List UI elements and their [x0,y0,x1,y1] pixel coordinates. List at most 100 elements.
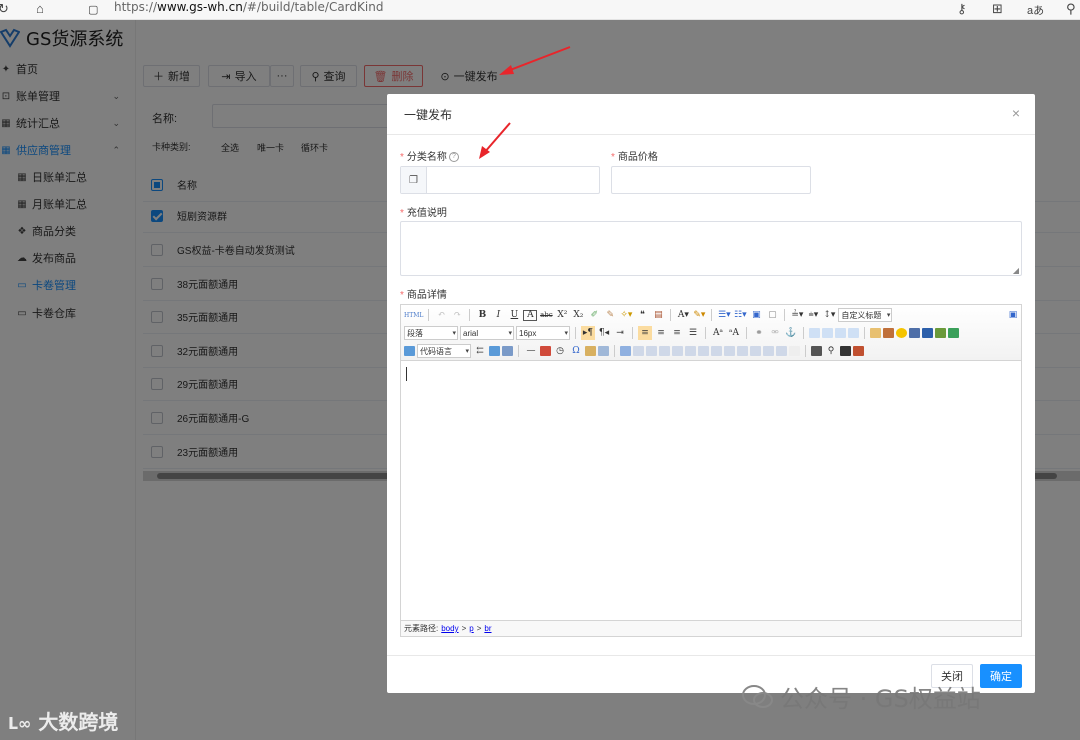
video-icon[interactable] [909,328,920,338]
align-justify-icon[interactable]: ☰ [686,326,700,340]
custom-title-select[interactable]: 自定义标题 [838,308,893,322]
split-cols-icon[interactable] [776,346,787,356]
font-family-select[interactable]: arial [460,326,514,340]
subscript-icon[interactable]: X₂ [571,308,585,322]
row-spacing-top-icon[interactable]: ≟▾ [790,308,804,322]
date-icon[interactable] [540,346,551,356]
attachment-icon[interactable] [922,328,933,338]
site-info-icon[interactable]: ▢ [88,3,98,16]
image-none-icon[interactable] [809,328,820,338]
search-replace-icon[interactable] [840,346,851,356]
line-height-icon[interactable]: ↕▾ [822,308,836,322]
merge-down-icon[interactable] [737,346,748,356]
recharge-textarea[interactable]: ◢ [400,221,1022,276]
insert-row-icon[interactable] [659,346,670,356]
ltr-icon[interactable]: ▸¶ [581,326,595,340]
bold-icon[interactable]: B [475,308,489,322]
to-lower-icon[interactable]: ᵃA [727,326,741,340]
anchor-icon[interactable]: ⚓ [784,326,798,340]
row-spacing-bottom-icon[interactable]: ⩧▾ [806,308,820,322]
reload-icon[interactable]: ↻ [0,1,9,17]
eraser-icon[interactable]: ✐ [587,308,601,322]
html-source-icon[interactable]: HTML [404,308,423,322]
insert-paragraph-before-table-icon[interactable] [646,346,657,356]
auto-format-icon[interactable]: ✧▾ [619,308,633,322]
blockquote-icon[interactable]: ❝ [635,308,649,322]
insert-frame-icon[interactable] [948,328,959,338]
key-icon[interactable]: ⚷ [957,1,967,17]
multi-image-icon[interactable] [883,328,894,338]
strikethrough-icon[interactable]: abc [539,308,553,322]
background-color-icon[interactable]: ✎▾ [692,308,706,322]
resize-handle-icon[interactable]: ◢ [1013,266,1019,275]
horizontal-rule-icon[interactable]: — [524,344,538,358]
background-icon[interactable] [502,346,513,356]
italic-icon[interactable]: I [491,308,505,322]
code-language-select[interactable]: 代码语言 [417,344,471,358]
copy-icon[interactable]: ❐ [401,167,427,193]
split-cells-icon[interactable] [750,346,761,356]
align-center-icon[interactable]: ≡ [654,326,668,340]
image-center-icon[interactable] [848,328,859,338]
chart-icon[interactable] [789,346,800,356]
insert-code-icon[interactable] [404,346,415,356]
paste-plain-icon[interactable]: ▤ [651,308,665,322]
confirm-button[interactable]: 确定 [980,664,1022,688]
superscript-icon[interactable]: X² [555,308,569,322]
emotion-icon[interactable] [896,328,907,338]
unlink-icon[interactable]: ⚮ [768,326,782,340]
align-right-icon[interactable]: ≡ [670,326,684,340]
split-rows-icon[interactable] [763,346,774,356]
font-size-select[interactable]: 16px [516,326,570,340]
format-brush-icon[interactable]: ✎ [603,308,617,322]
rtl-icon[interactable]: ¶◂ [597,326,611,340]
url-field[interactable]: https://www.gs-wh.cn/#/build/table/CardK… [114,0,383,14]
undo-icon[interactable]: ↶ [434,308,448,322]
font-color-icon[interactable]: A▾ [676,308,690,322]
link-icon[interactable]: ⚭ [752,326,766,340]
insert-col-icon[interactable] [685,346,696,356]
editor-content-area[interactable] [401,362,1021,622]
path-link-p[interactable]: p [469,624,473,633]
apps-icon[interactable]: ⊞ [992,1,1003,17]
indent-icon[interactable]: ⇥ [613,326,627,340]
image-right-icon[interactable] [835,328,846,338]
home-icon[interactable]: ⌂ [36,1,44,16]
merge-cells-icon[interactable] [711,346,722,356]
insert-table-icon[interactable] [620,346,631,356]
price-input[interactable] [611,166,811,194]
select-all-icon[interactable]: ▣ [749,308,763,322]
print-icon[interactable] [811,346,822,356]
map-icon[interactable] [935,328,946,338]
font-border-icon[interactable]: A [523,309,538,321]
unordered-list-icon[interactable]: ☷▾ [733,308,747,322]
template-icon[interactable] [489,346,500,356]
fullscreen-icon[interactable]: ▣ [1006,308,1020,322]
delete-col-icon[interactable] [698,346,709,356]
special-char-icon[interactable]: Ω [569,344,583,358]
help-icon[interactable]: ? [448,152,459,163]
preview-icon[interactable]: ⚲ [824,344,838,358]
redo-icon[interactable]: ↷ [450,308,464,322]
category-name-input[interactable]: ❐ [400,166,600,194]
paragraph-select[interactable]: 段落 [404,326,458,340]
path-link-body[interactable]: body [441,624,458,633]
close-icon[interactable]: × [1012,105,1020,121]
image-left-icon[interactable] [822,328,833,338]
simple-upload-icon[interactable] [870,328,881,338]
wordimage-icon[interactable] [585,346,596,356]
ordered-list-icon[interactable]: ☰▾ [717,308,731,322]
drafts-icon[interactable] [598,346,609,356]
help-book-icon[interactable] [853,346,864,356]
time-icon[interactable]: ◷ [553,344,567,358]
underline-icon[interactable]: U [507,308,521,322]
translate-icon[interactable]: aあ [1027,2,1044,18]
zoom-icon[interactable]: ⚲ [1066,1,1076,17]
delete-table-icon[interactable] [633,346,644,356]
page-break-icon[interactable]: ⇇ [473,344,487,358]
clear-doc-icon[interactable]: ▢ [765,308,779,322]
merge-right-icon[interactable] [724,346,735,356]
path-link-br[interactable]: br [484,624,491,633]
align-left-icon[interactable]: ≡ [638,326,652,340]
delete-row-icon[interactable] [672,346,683,356]
